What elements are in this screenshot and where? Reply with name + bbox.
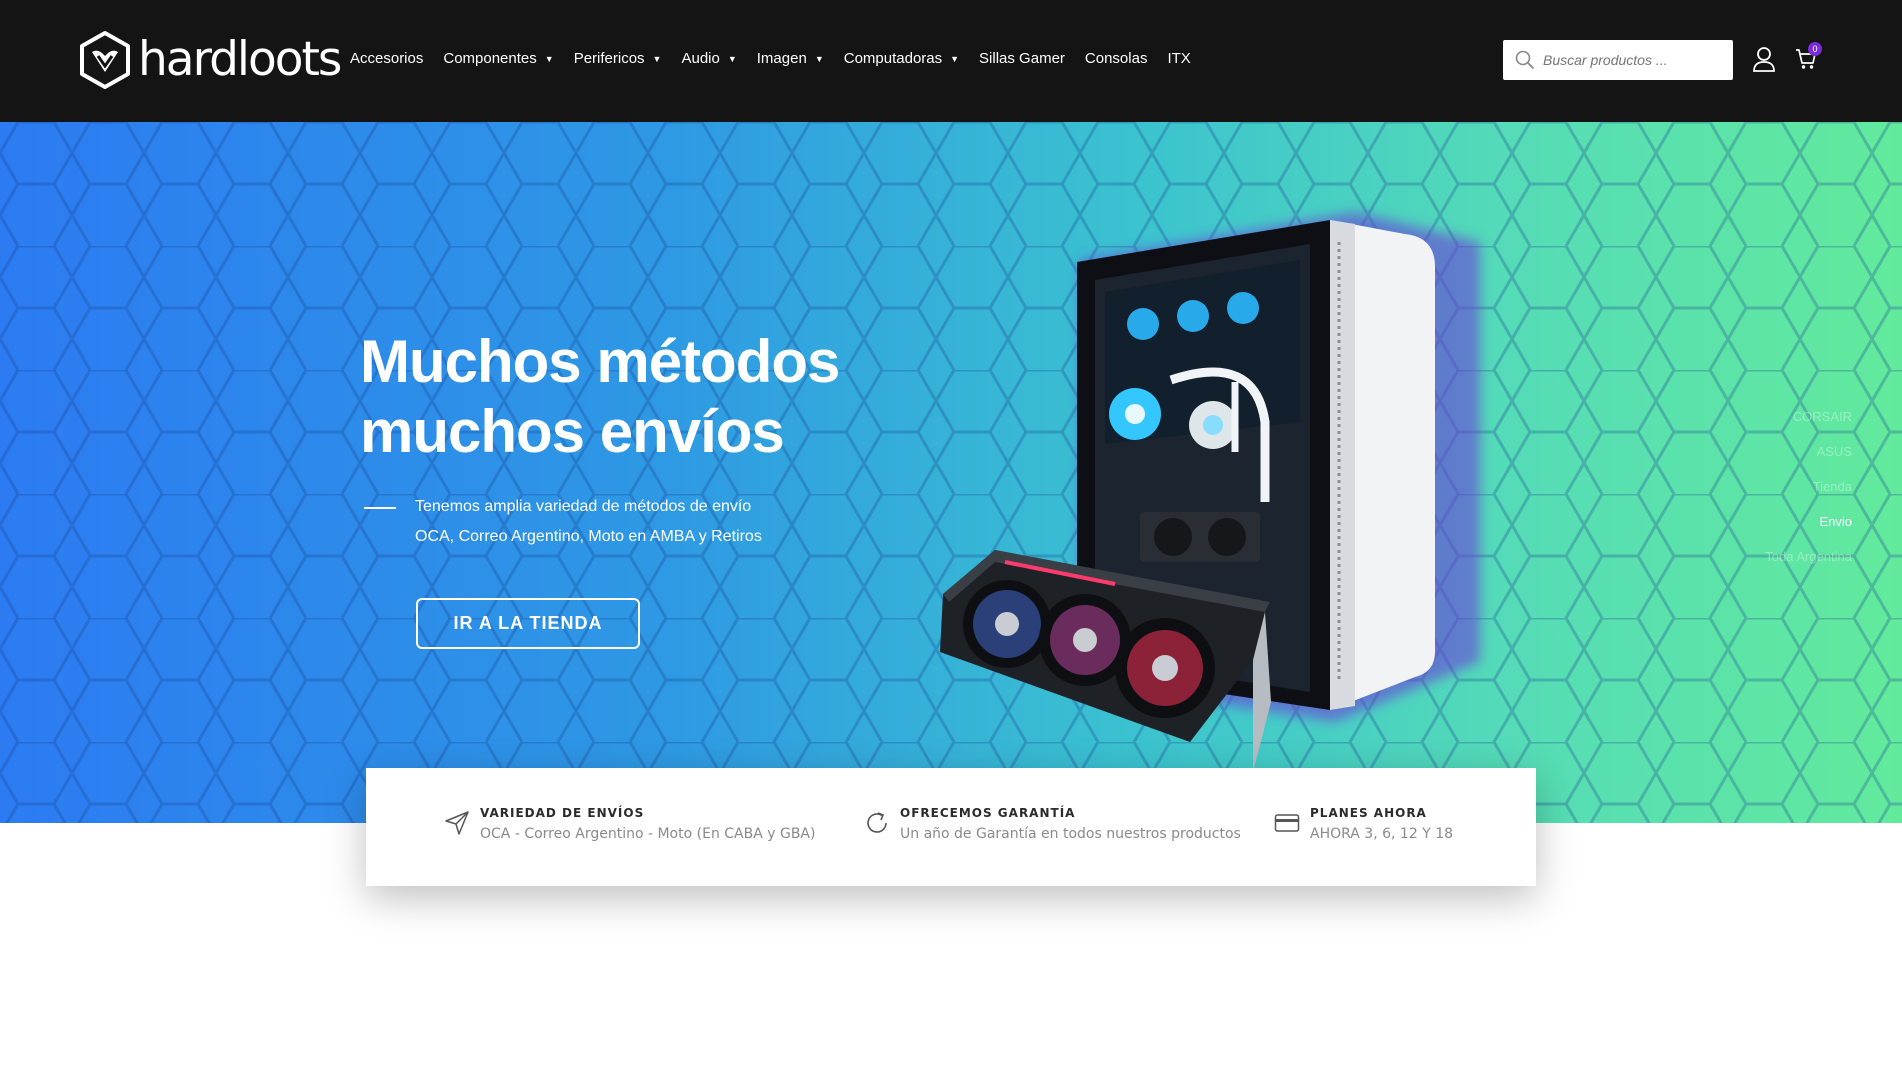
feature-title: OFRECEMOS GARANTÍA bbox=[900, 806, 1076, 820]
nav-item-computadoras[interactable]: Computadoras ▼ bbox=[844, 50, 959, 67]
feature-title: VARIEDAD DE ENVÍOS bbox=[480, 806, 645, 820]
nav-item-imagen[interactable]: Imagen ▼ bbox=[757, 50, 824, 67]
main-nav: Accesorios Componentes ▼ Perifericos ▼ Aud… bbox=[350, 50, 1211, 67]
nav-item-consolas[interactable]: Consolas bbox=[1085, 50, 1148, 67]
nav-item-label: ITX bbox=[1167, 50, 1191, 67]
nav-item-label: Computadoras bbox=[843, 50, 943, 67]
slider-nav: CORSAIR ASUS Tienda Envio Toda Argentina bbox=[1765, 407, 1852, 582]
nav-item-label: Accesorios bbox=[350, 50, 424, 67]
search-icon bbox=[1515, 50, 1535, 70]
hero-title: Muchos métodos muchos envíos bbox=[360, 327, 840, 467]
feature-desc: AHORA 3, 6, 12 Y 18 bbox=[1310, 826, 1454, 842]
slide-link-toda-argentina[interactable]: Toda Argentina bbox=[1765, 547, 1852, 582]
nav-item-label: Perifericos bbox=[573, 50, 645, 67]
hero-subtitle-line2: OCA, Correo Argentino, Moto en AMBA y Re… bbox=[415, 528, 762, 545]
refresh-icon bbox=[867, 812, 887, 833]
hero-subtitle: Tenemos amplia variedad de métodos de en… bbox=[415, 492, 762, 552]
site-header: hardloots Accesorios Componentes ▼ Perife… bbox=[0, 0, 1902, 122]
decorative-dash bbox=[364, 507, 396, 509]
nav-item-audio[interactable]: Audio ▼ bbox=[681, 50, 736, 67]
caret-down-icon: ▼ bbox=[950, 53, 960, 64]
feature-desc: Un año de Garantía en todos nuestros pro… bbox=[900, 826, 1241, 842]
nav-item-componentes[interactable]: Componentes ▼ bbox=[443, 50, 553, 67]
caret-down-icon: ▼ bbox=[727, 53, 737, 64]
nav-item-itx[interactable]: ITX bbox=[1167, 50, 1190, 67]
slide-link-tienda[interactable]: Tienda bbox=[1765, 477, 1852, 512]
nav-item-accesorios[interactable]: Accesorios bbox=[350, 50, 423, 67]
nav-item-perifericos[interactable]: Perifericos ▼ bbox=[574, 50, 662, 67]
nav-item-label: Consolas bbox=[1084, 50, 1148, 67]
nav-item-label: Componentes bbox=[443, 50, 537, 67]
logo[interactable]: hardloots bbox=[78, 30, 342, 90]
nav-item-label: Sillas Gamer bbox=[979, 50, 1065, 67]
search-input[interactable] bbox=[1541, 51, 1725, 69]
user-account-icon[interactable] bbox=[1752, 46, 1776, 72]
credit-card-icon bbox=[1274, 814, 1300, 832]
hero-slider: Muchos métodos muchos envíos Tenemos amp… bbox=[0, 122, 1902, 823]
logo-text: hardloots bbox=[138, 32, 342, 87]
feature-payment-plans: PLANES AHORA AHORA 3, 6, 12 Y 18 bbox=[1274, 806, 1453, 842]
feature-desc: OCA - Correo Argentino - Moto (En CABA y… bbox=[480, 826, 816, 842]
send-icon bbox=[445, 811, 469, 835]
hero-title-line1: Muchos métodos bbox=[360, 328, 840, 395]
hero-subtitle-line1: Tenemos amplia variedad de métodos de en… bbox=[415, 498, 752, 515]
feature-warranty: OFRECEMOS GARANTÍA Un año de Garantía en… bbox=[864, 806, 1241, 842]
slide-link-envio[interactable]: Envio bbox=[1765, 512, 1852, 547]
nav-item-label: Imagen bbox=[756, 50, 807, 67]
cart-count-badge: 0 bbox=[1808, 42, 1822, 56]
caret-down-icon: ▼ bbox=[652, 53, 662, 64]
caret-down-icon: ▼ bbox=[814, 53, 824, 64]
go-to-store-button[interactable]: IR A LA TIENDA bbox=[416, 598, 640, 649]
slide-link-corsair[interactable]: CORSAIR bbox=[1765, 407, 1852, 442]
nav-item-sillas-gamer[interactable]: Sillas Gamer bbox=[979, 50, 1065, 67]
nav-item-label: Audio bbox=[681, 50, 720, 67]
feature-shipping: VARIEDAD DE ENVÍOS OCA - Correo Argentin… bbox=[444, 806, 815, 842]
feature-title: PLANES AHORA bbox=[1310, 806, 1427, 820]
search-box[interactable] bbox=[1503, 40, 1733, 80]
logo-mark-icon bbox=[80, 31, 130, 89]
gaming-pc-image bbox=[940, 212, 1480, 772]
hero-title-line2: muchos envíos bbox=[360, 398, 785, 465]
slide-link-asus[interactable]: ASUS bbox=[1765, 442, 1852, 477]
caret-down-icon: ▼ bbox=[544, 53, 554, 64]
features-box: VARIEDAD DE ENVÍOS OCA - Correo Argentin… bbox=[366, 768, 1536, 886]
